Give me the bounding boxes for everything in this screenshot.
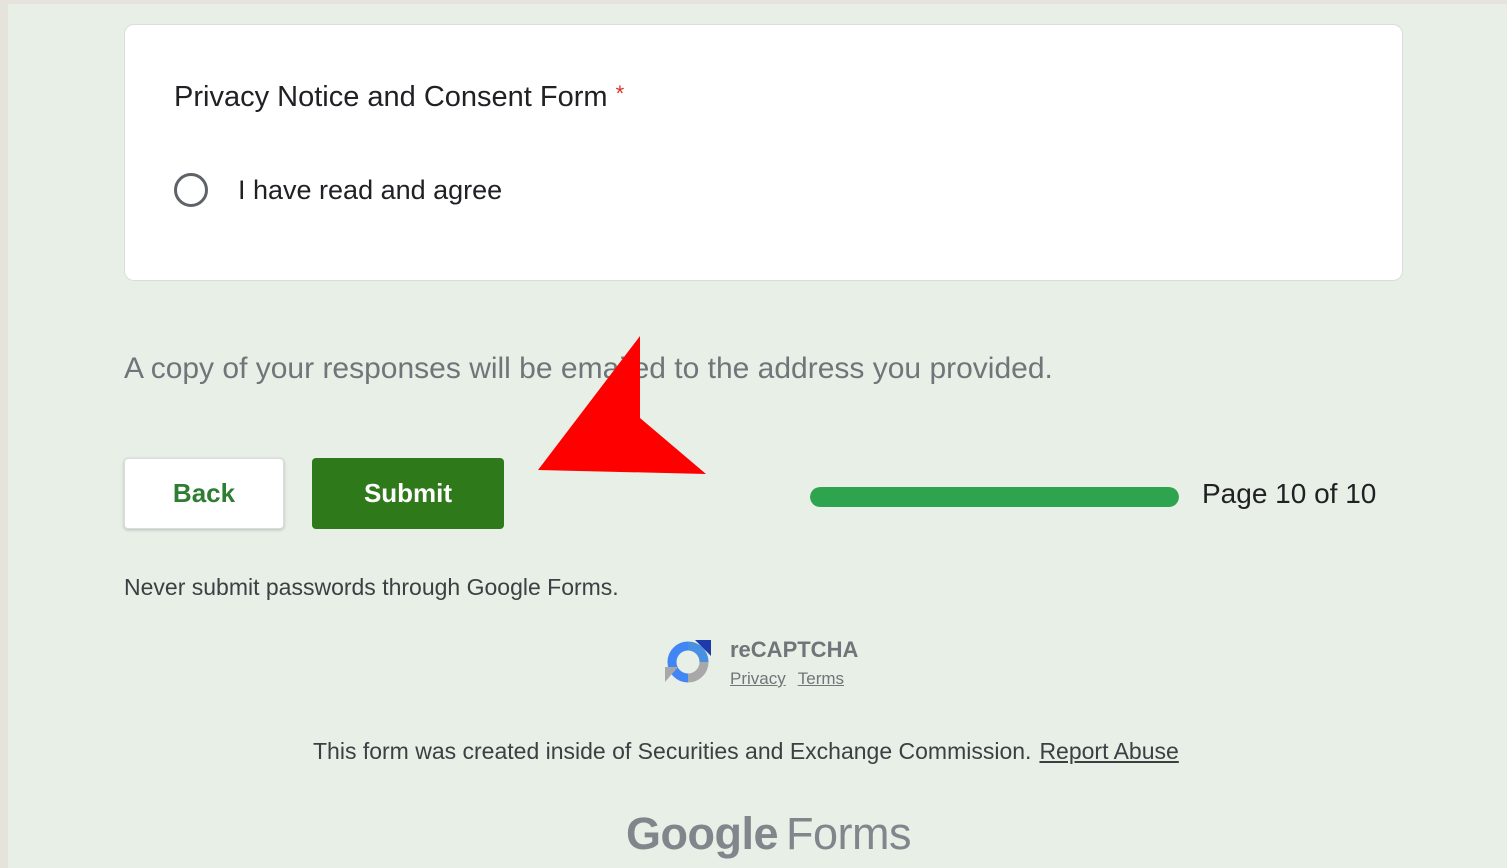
radio-button-icon[interactable] <box>174 173 208 207</box>
recaptcha-terms-link[interactable]: Terms <box>798 669 844 688</box>
window-frame-left <box>0 0 8 868</box>
form-origin-note: This form was created inside of Securiti… <box>313 738 1179 765</box>
password-warning: Never submit passwords through Google Fo… <box>124 574 619 600</box>
red-arrow-annotation <box>538 336 706 474</box>
progress-bar <box>810 487 1179 507</box>
recaptcha-title: reCAPTCHA <box>730 637 859 662</box>
progress-bar-fill <box>810 487 1179 507</box>
google-forms-logo[interactable]: Google Forms <box>626 808 912 860</box>
question-card: Privacy Notice and Consent Form * I have … <box>124 24 1403 281</box>
form-origin-text: This form was created inside of Securiti… <box>313 738 1032 764</box>
report-abuse-link[interactable]: Report Abuse <box>1039 738 1178 764</box>
recaptcha-links: Privacy Terms <box>730 669 858 689</box>
google-wordmark: Google <box>626 808 779 859</box>
submit-button[interactable]: Submit <box>312 458 504 529</box>
consent-option[interactable]: I have read and agree <box>174 173 502 207</box>
recaptcha-text: reCAPTCHA Privacy Terms <box>730 637 858 689</box>
window-frame-top <box>0 0 1507 4</box>
consent-option-label: I have read and agree <box>238 174 503 205</box>
question-title: Privacy Notice and Consent Form * <box>174 81 624 114</box>
forms-wordmark: Forms <box>786 808 912 859</box>
question-title-text: Privacy Notice and Consent Form <box>174 81 608 113</box>
recaptcha-logo-icon <box>665 640 711 683</box>
required-asterisk: * <box>615 81 625 106</box>
recaptcha-badge: reCAPTCHA Privacy Terms <box>664 637 858 689</box>
recaptcha-privacy-link[interactable]: Privacy <box>730 669 786 688</box>
page-indicator: Page 10 of 10 <box>1202 478 1377 509</box>
back-button[interactable]: Back <box>124 458 284 529</box>
